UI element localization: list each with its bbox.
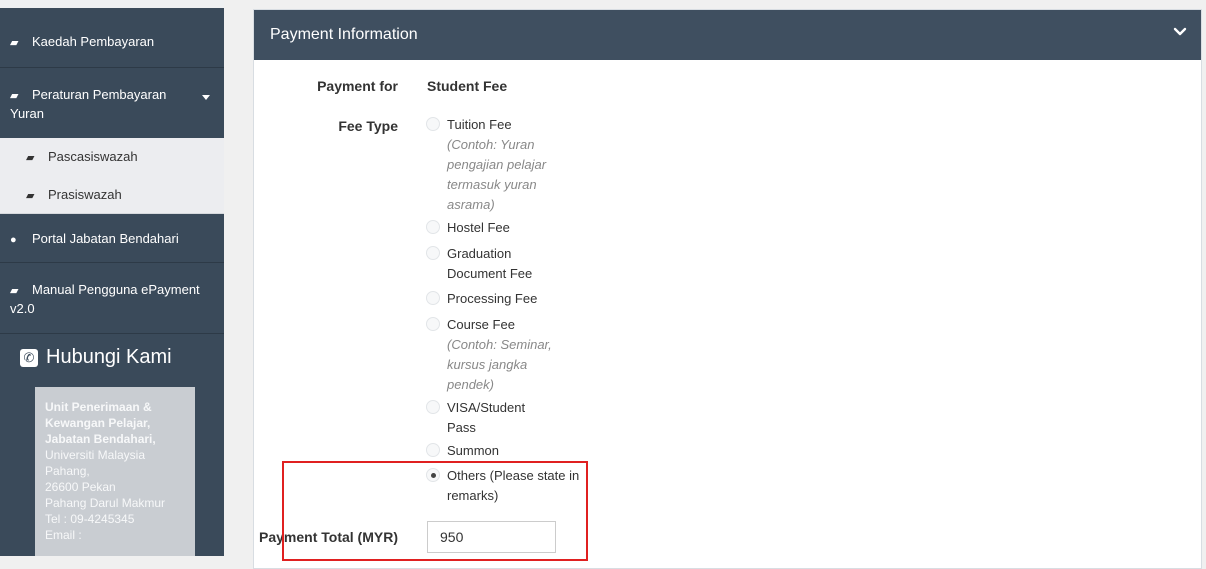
fee-option-tuition[interactable]: Tuition Fee (Contoh: Yuran pengajian pel… [426, 115, 597, 215]
book-icon: ▰ [10, 90, 19, 102]
panel-header[interactable]: Payment Information [254, 10, 1201, 60]
sidebar-item-portal-jabatan-bendahari[interactable]: ● Portal Jabatan Bendahari [0, 214, 224, 263]
fee-option-course[interactable]: Course Fee (Contoh: Seminar, kursus jang… [426, 315, 597, 395]
phone-icon: ✆ [20, 349, 38, 367]
radio-graduation-document-fee[interactable] [426, 246, 440, 260]
fee-option-hostel[interactable]: Hostel Fee [426, 218, 597, 238]
sidebar-item-kaedah-pembayaran[interactable]: ▰ Kaedah Pembayaran [0, 9, 224, 68]
book-icon: ▰ [10, 285, 19, 297]
book-icon: ▰ [26, 152, 35, 164]
radio-hostel-fee[interactable] [426, 220, 440, 234]
fee-option-graduation-document[interactable]: Graduation Document Fee [426, 244, 557, 284]
sidebar-item-manual-pengguna[interactable]: ▰ Manual Pengguna ePayment v2.0 [0, 264, 224, 334]
contact-title: ✆ Hubungi Kami [20, 346, 172, 369]
radio-course-fee[interactable] [426, 317, 440, 331]
caret-down-icon [202, 95, 210, 100]
fee-option-visa[interactable]: VISA/Student Pass [426, 398, 547, 438]
radio-processing-fee[interactable] [426, 291, 440, 305]
radio-summon[interactable] [426, 443, 440, 457]
fee-type-label: Fee Type [338, 118, 398, 134]
book-icon: ▰ [26, 190, 35, 202]
fee-option-processing[interactable]: Processing Fee [426, 289, 597, 309]
sidebar-top-divider [0, 0, 224, 8]
contact-box: Unit Penerimaan & Kewangan Pelajar, Jaba… [35, 387, 195, 556]
chevron-down-icon[interactable] [1173, 25, 1187, 39]
sidebar-subitem-prasiswazah[interactable]: ▰ Prasiswazah [0, 176, 224, 214]
radio-visa-student-pass[interactable] [426, 400, 440, 414]
book-icon: ▰ [10, 37, 19, 49]
sidebar-item-peraturan-pembayaran-yuran[interactable]: ▰ Peraturan Pembayaran Yuran [0, 69, 224, 139]
fee-option-summon[interactable]: Summon [426, 441, 597, 461]
payment-for-label: Payment for [317, 78, 398, 94]
highlight-box [282, 461, 588, 561]
sidebar-subitem-pascasiswazah[interactable]: ▰ Pascasiswazah [0, 138, 224, 176]
globe-icon: ● [10, 234, 17, 246]
panel-title: Payment Information [270, 26, 418, 43]
payment-for-value: Student Fee [427, 78, 508, 94]
sidebar: ▰ Kaedah Pembayaran ▰ Peraturan Pembayaran… [0, 0, 224, 556]
radio-tuition-fee[interactable] [426, 117, 440, 131]
